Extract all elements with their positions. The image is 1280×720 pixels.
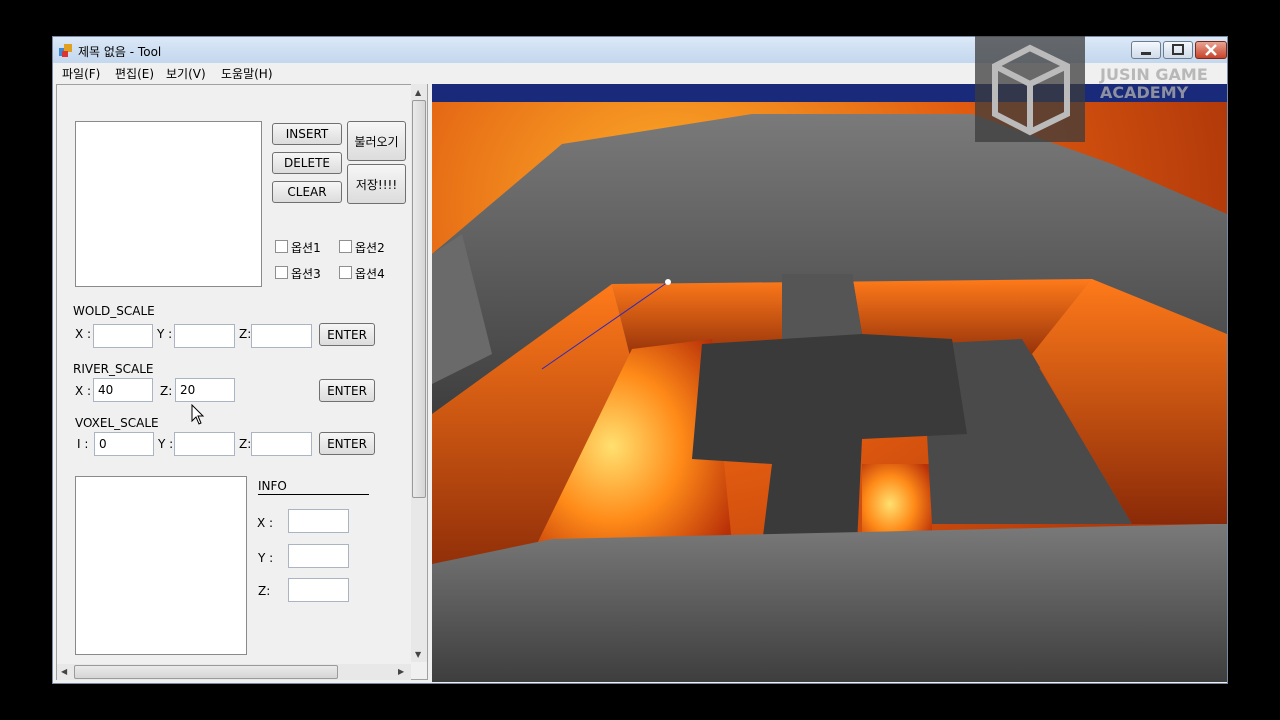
info-listbox[interactable] [75,476,247,655]
app-icon [58,42,74,58]
info-y-label: Y : [258,551,274,565]
voxel-enter-button[interactable]: ENTER [319,432,375,455]
info-y-input[interactable] [288,544,349,568]
voxel-y-label: Y : [158,437,174,451]
river-scale-label: RIVER_SCALE [73,362,154,376]
cube-logo-icon [992,44,1070,136]
river-enter-button[interactable]: ENTER [319,379,375,402]
lava-terrain-scene [432,84,1227,682]
option2-label: 옵션2 [355,241,385,255]
minimize-button[interactable] [1131,41,1161,59]
menu-edit[interactable]: 편집(E) [115,65,154,82]
scroll-right-icon[interactable]: ▶ [398,667,404,676]
info-z-label: Z: [258,584,271,598]
info-title: INFO [258,479,369,495]
river-z-label: Z: [160,384,173,398]
option1-label: 옵션1 [291,241,321,255]
river-x-label: X : [75,384,92,398]
scroll-down-icon[interactable]: ▼ [415,650,421,659]
mouse-cursor-icon [191,404,205,425]
world-z-label: Z: [239,327,252,341]
object-listbox[interactable] [75,121,262,287]
world-x-label: X : [75,327,92,341]
vertical-scroll-thumb[interactable] [412,100,426,498]
river-z-input[interactable]: 20 [175,378,235,402]
close-button[interactable] [1195,41,1227,59]
insert-button[interactable]: INSERT [272,123,342,145]
world-z-input[interactable] [251,324,312,348]
menu-help[interactable]: 도움말(H) [221,65,273,82]
world-enter-button[interactable]: ENTER [319,323,375,346]
voxel-z-label: Z: [239,437,252,451]
watermark-text: JUSIN GAME ACADEMY [1100,66,1208,102]
voxel-i-input[interactable]: 0 [94,432,154,456]
option1-checkbox[interactable] [275,240,288,253]
watermark-line2: ACADEMY [1100,83,1189,102]
menu-view[interactable]: 보기(V) [166,65,206,82]
3d-viewport[interactable] [432,84,1227,682]
world-scale-label: WOLD_SCALE [73,304,155,318]
maximize-icon [1172,44,1184,55]
info-x-input[interactable] [288,509,349,533]
river-x-input[interactable]: 40 [93,378,153,402]
world-y-label: Y : [157,327,173,341]
minimize-icon [1141,52,1151,55]
option2-checkbox[interactable] [339,240,352,253]
info-z-input[interactable] [288,578,349,602]
voxel-scale-label: VOXEL_SCALE [75,416,159,430]
horizontal-scroll-thumb[interactable] [74,665,338,679]
watermark-line1: JUSIN GAME [1100,65,1208,84]
menu-file[interactable]: 파일(F) [62,65,100,82]
voxel-z-input[interactable] [251,432,312,456]
scroll-left-icon[interactable]: ◀ [61,667,67,676]
info-x-label: X : [257,516,274,530]
close-icon [1205,44,1217,56]
clear-button[interactable]: CLEAR [272,181,342,203]
world-x-input[interactable] [93,324,153,348]
delete-button[interactable]: DELETE [272,152,342,174]
window-title: 제목 없음 - Tool [78,45,162,59]
voxel-i-label: I : [77,437,89,451]
world-y-input[interactable] [174,324,235,348]
option4-label: 옵션4 [355,267,385,281]
option4-checkbox[interactable] [339,266,352,279]
scroll-up-icon[interactable]: ▲ [415,88,421,97]
academy-logo [975,36,1085,142]
option3-checkbox[interactable] [275,266,288,279]
voxel-y-input[interactable] [174,432,235,456]
save-button[interactable]: 저장!!!! [347,164,406,204]
load-button[interactable]: 불러오기 [347,121,406,161]
option3-label: 옵션3 [291,267,321,281]
maximize-button[interactable] [1163,41,1193,59]
